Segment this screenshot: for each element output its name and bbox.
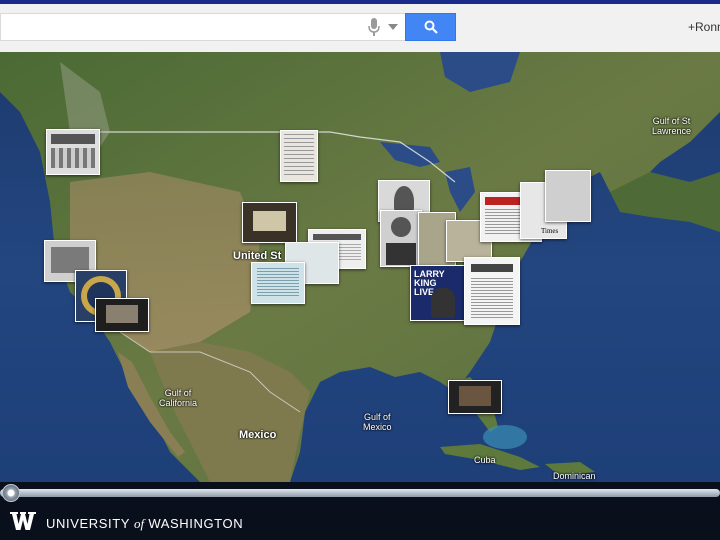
user-profile-link[interactable]: +Ronn	[688, 20, 720, 34]
timeline-track[interactable]	[0, 489, 720, 497]
of-word: of	[134, 516, 145, 531]
photo-man-portrait[interactable]	[380, 210, 422, 267]
chevron-down-icon[interactable]	[388, 24, 398, 30]
search-bar: +Ronn	[0, 0, 720, 52]
university-word: UNIVERSITY	[46, 516, 130, 531]
photo-document-3[interactable]	[251, 262, 305, 304]
microphone-icon[interactable]	[367, 17, 381, 37]
label-gulf-california: Gulf of California	[159, 388, 198, 408]
photo-document-northeast[interactable]	[545, 170, 591, 222]
photo-room[interactable]	[95, 298, 149, 332]
satellite-map[interactable]: United St Gulf of St Lawrence Gulf of Ca…	[0, 52, 720, 482]
university-name: UNIVERSITY of WASHINGTON	[46, 516, 243, 532]
photo-document-virginia[interactable]	[464, 257, 520, 325]
timeline-slider-handle[interactable]	[2, 484, 20, 502]
uw-w-logo-icon	[10, 512, 36, 530]
photo-plaque[interactable]	[242, 202, 297, 243]
washington-word: WASHINGTON	[148, 516, 244, 531]
label-gulf-st-lawrence: Gulf of St Lawrence	[652, 116, 692, 136]
footer: UNIVERSITY of WASHINGTON	[0, 504, 720, 540]
search-icon	[424, 20, 438, 34]
times-label: Times	[541, 227, 559, 235]
timeline-bar	[0, 482, 720, 504]
photo-larry-king-live[interactable]: LARRY KING LIVE	[410, 265, 465, 321]
label-dominican: Dominican	[553, 471, 596, 481]
label-mexico: Mexico	[239, 429, 277, 441]
search-button[interactable]	[405, 13, 456, 41]
label-cuba: Cuba	[474, 455, 496, 465]
photo-newspaper-northwest[interactable]	[46, 129, 100, 175]
search-input[interactable]	[0, 13, 405, 41]
label-united-states: United St	[233, 250, 282, 262]
photo-florida[interactable]	[448, 380, 502, 414]
photo-document-wyoming[interactable]	[280, 130, 318, 182]
label-gulf-mexico: Gulf of Mexico	[363, 412, 392, 432]
